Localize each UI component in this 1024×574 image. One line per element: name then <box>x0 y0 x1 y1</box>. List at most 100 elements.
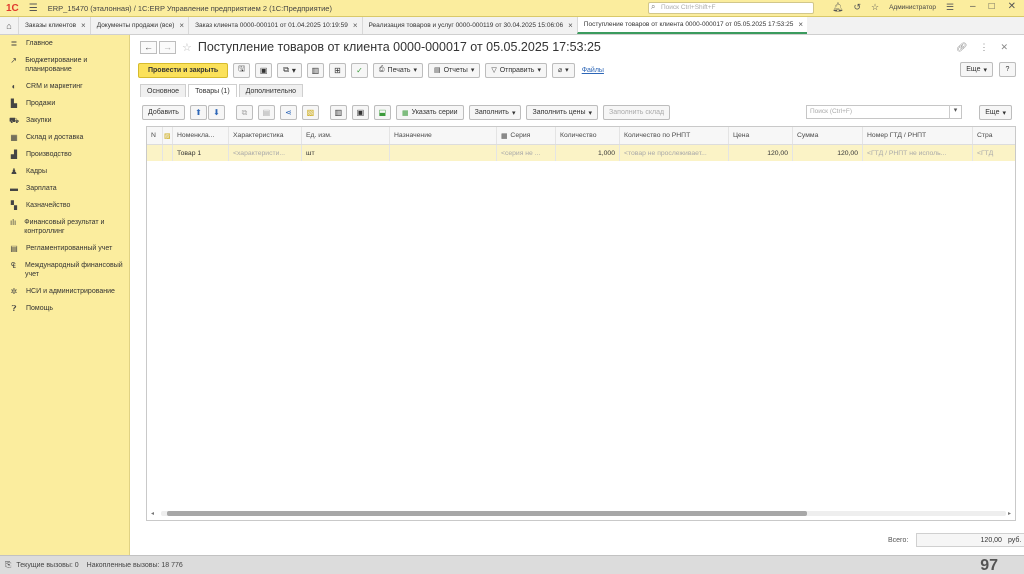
sidebar-item-admin[interactable]: ✲ НСИ и администрирование <box>0 283 129 300</box>
col-header-purpose[interactable]: Назначение <box>390 127 497 144</box>
table-row[interactable]: Товар 1 <характеристи... шт <серия не ..… <box>147 145 1015 161</box>
sidebar-item-sales[interactable]: ▙ Продажи <box>0 95 129 112</box>
move-up-button[interactable]: ⬆ <box>189 105 207 120</box>
col-header-sum[interactable]: Сумма <box>793 127 863 144</box>
close-window-icon[interactable]: ✕ <box>1008 1 1016 12</box>
print-button[interactable]: ⎙ Печать ▾ <box>372 62 423 78</box>
close-tab-icon[interactable]: × <box>798 20 803 29</box>
minimize-icon[interactable]: – <box>970 1 976 12</box>
col-header-characteristic[interactable]: Характеристика <box>229 127 302 144</box>
current-user[interactable]: Администратор <box>889 4 936 11</box>
cell-quantity-rnpt[interactable]: <товар не прослеживает... <box>620 145 729 161</box>
tab-main[interactable]: Основное <box>140 84 187 97</box>
sidebar-item-crm[interactable]: ◐ CRM и маркетинг <box>0 78 129 95</box>
more-vertical-icon[interactable]: ⋮ <box>979 42 988 53</box>
structure-button[interactable]: ⊞ <box>328 62 346 78</box>
sidebar-item-purchases[interactable]: ⛟ Закупки <box>0 112 129 129</box>
sidebar-item-main[interactable]: ≣ Главное <box>0 35 129 52</box>
col-header-n[interactable]: N <box>147 127 163 144</box>
tab-sales-documents[interactable]: Документы продажи (все) × <box>89 17 188 34</box>
paste-row-button[interactable]: ▤ <box>257 105 275 120</box>
post-button[interactable]: ▣ <box>255 62 273 78</box>
sidebar-item-treasury[interactable]: ▚ Казначейство <box>0 197 129 214</box>
col-header-series[interactable]: ▦ Серия <box>497 127 556 144</box>
sidebar-item-regulated[interactable]: ▤ Регламентированный учет <box>0 240 129 257</box>
tab-additional[interactable]: Дополнительно <box>238 84 304 97</box>
save-button[interactable]: 🖫 <box>233 62 251 78</box>
data-collection-button[interactable]: ▣ <box>351 105 369 120</box>
col-header-gtd[interactable]: Номер ГТД / РНПТ <box>863 127 973 144</box>
close-tab-icon[interactable]: × <box>568 21 573 30</box>
cell-price[interactable]: 120,00 <box>729 145 793 161</box>
sidebar-item-help[interactable]: ❓︎ Помощь <box>0 300 129 317</box>
tab-sales-realization[interactable]: Реализация товаров и услуг 0000-000119 о… <box>361 17 577 34</box>
more-actions-button[interactable]: Еще ▾ <box>960 62 993 77</box>
close-tab-icon[interactable]: × <box>353 21 358 30</box>
document-movements-button[interactable]: ▥ <box>306 62 324 78</box>
split-row-button[interactable]: ⋖ <box>279 105 297 120</box>
send-button[interactable]: ▽ Отправить ▾ <box>485 62 547 78</box>
history-icon[interactable]: ↺ <box>853 2 861 13</box>
scroll-left-icon[interactable]: ◂ <box>151 510 154 517</box>
col-header-unit[interactable]: Ед. изм. <box>302 127 390 144</box>
scrollbar-thumb[interactable] <box>167 511 807 516</box>
col-header-nomenclature[interactable]: Номенкла... <box>173 127 229 144</box>
create-based-on-button[interactable]: ⧉ ▾ <box>277 62 302 78</box>
home-icon[interactable]: ⌂ <box>0 17 18 34</box>
col-header-price[interactable]: Цена <box>729 127 793 144</box>
sidebar-item-international[interactable]: ₠ Международный финансовый учет <box>0 257 129 283</box>
table-more-button[interactable]: Еще ▾ <box>979 105 1012 120</box>
fill-button[interactable]: Заполнить ▾ <box>468 105 522 120</box>
settings-menu-icon[interactable]: ☰ <box>946 2 954 13</box>
select-goods-button[interactable]: ▧ <box>301 105 319 120</box>
fill-prices-button[interactable]: Заполнить цены ▾ <box>526 105 599 120</box>
barcode-button[interactable]: ▥ <box>329 105 347 120</box>
col-header-quantity[interactable]: Количество <box>556 127 620 144</box>
tab-goods-receipt[interactable]: Поступление товаров от клиента 0000-0000… <box>576 17 808 34</box>
reports-button[interactable]: ▤ Отчеты ▾ <box>427 62 481 78</box>
scroll-right-icon[interactable]: ▸ <box>1008 510 1011 517</box>
cell-purpose[interactable] <box>390 145 497 161</box>
attach-button[interactable]: ⌀ ▾ <box>551 62 575 78</box>
load-from-file-button[interactable]: ⬓ <box>373 105 391 120</box>
tab-customer-order[interactable]: Заказ клиента 0000-000101 от 01.04.2025 … <box>188 17 361 34</box>
cell-country[interactable]: <ГТД <box>973 145 1015 161</box>
tab-customer-orders[interactable]: Заказы клиентов × <box>18 17 90 34</box>
fill-warehouse-button[interactable]: Заполнить склад <box>603 105 671 120</box>
horizontal-scrollbar[interactable] <box>161 511 1006 516</box>
add-row-button[interactable]: Добавить <box>142 105 185 120</box>
cell-sum[interactable]: 120,00 <box>793 145 863 161</box>
tab-goods[interactable]: Товары (1) <box>188 84 237 97</box>
help-button[interactable]: ? <box>999 62 1016 77</box>
notifications-icon[interactable]: 🔔︎ <box>832 2 843 13</box>
col-header-quantity-rnpt[interactable]: Количество по РНПТ <box>620 127 729 144</box>
back-button[interactable]: ← <box>140 40 157 54</box>
table-search-input[interactable]: Поиск (Ctrl+F) ▾ <box>806 105 962 119</box>
sidebar-item-warehouse[interactable]: ▦ Склад и доставка <box>0 129 129 146</box>
favorites-icon[interactable]: ☆ <box>871 2 879 13</box>
cell-unit[interactable]: шт <box>302 145 390 161</box>
sidebar-item-production[interactable]: ▟ Производство <box>0 146 129 163</box>
sidebar-item-finance[interactable]: ılı Финансовый результат и контроллинг <box>0 214 129 240</box>
search-dropdown-icon[interactable]: ▾ <box>949 105 961 119</box>
global-search-input[interactable]: ⌕ Поиск Ctrl+Shift+F <box>648 2 814 14</box>
check-button[interactable]: ✓ <box>350 62 368 78</box>
post-and-close-button[interactable]: Провести и закрыть <box>138 62 229 78</box>
link-icon[interactable]: 🔗︎ <box>956 42 967 53</box>
specify-series-button[interactable]: ▦ Указать серии <box>395 105 464 120</box>
favorite-star-icon[interactable]: ☆ <box>182 41 192 54</box>
close-form-icon[interactable]: ✕ <box>1000 42 1008 53</box>
cell-series[interactable]: <серия не ... <box>497 145 556 161</box>
cell-gtd[interactable]: <ГТД / РНПТ не исполь... <box>863 145 973 161</box>
cell-nomenclature[interactable]: Товар 1 <box>173 145 229 161</box>
sidebar-item-budgeting[interactable]: ↗ Бюджетирование и планирование <box>0 52 129 78</box>
sidebar-item-hr[interactable]: ♟ Кадры <box>0 163 129 180</box>
close-tab-icon[interactable]: × <box>81 21 86 30</box>
maximize-icon[interactable]: □ <box>989 1 995 12</box>
main-menu-icon[interactable]: ☰ <box>29 3 38 14</box>
copy-row-button[interactable]: ⧉ <box>235 105 253 120</box>
sidebar-item-salary[interactable]: ▬ Зарплата <box>0 180 129 197</box>
move-down-button[interactable]: ⬇ <box>207 105 225 120</box>
cell-quantity[interactable]: 1,000 <box>556 145 620 161</box>
close-tab-icon[interactable]: × <box>179 21 184 30</box>
